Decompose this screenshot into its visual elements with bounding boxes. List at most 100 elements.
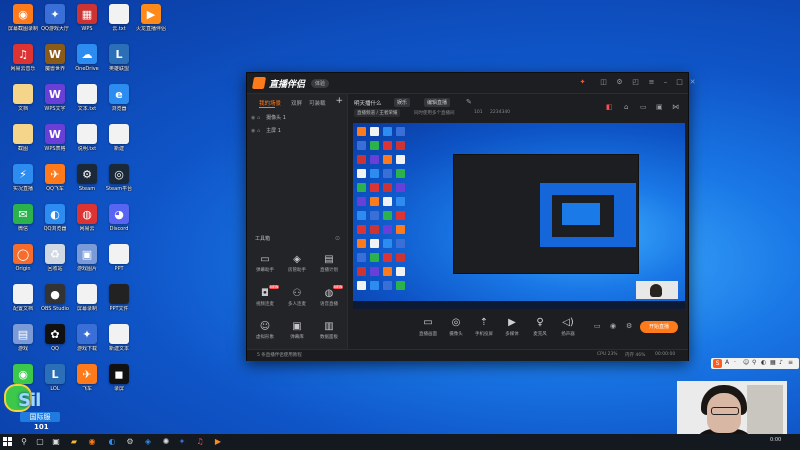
category-tag[interactable]: 娱乐 <box>394 98 411 107</box>
skin-icon[interactable]: ◰ <box>631 78 640 86</box>
video-record-icon[interactable]: ▭ <box>594 322 601 330</box>
close-icon[interactable]: ✕ <box>688 78 697 86</box>
desktop-icon[interactable]: W WPS文字 <box>38 84 72 112</box>
tool-danmaku[interactable]: ▭ 弹幕助手 <box>250 254 280 273</box>
eye-icon[interactable]: ◉ ⌂ <box>251 115 260 121</box>
record-icon[interactable]: ▭ <box>640 103 647 111</box>
desktop-icon[interactable]: 云.txt <box>102 4 136 32</box>
desktop-icon[interactable]: e 浏览器 <box>102 84 136 112</box>
source-phone-button[interactable]: ⇡ 手机投屏 <box>470 317 498 337</box>
start-button[interactable] <box>3 437 13 447</box>
desktop-icon[interactable]: 截图 <box>6 124 40 152</box>
channel-tag[interactable]: 直播频道 / 王者荣耀 <box>354 109 401 117</box>
desktop-icon[interactable]: 屏幕录制 <box>70 284 104 312</box>
desktop-icon[interactable]: W WPS表格 <box>38 124 72 152</box>
fox-avatar-icon[interactable]: ✦ <box>578 78 587 86</box>
message-icon[interactable]: ◫ <box>599 78 608 86</box>
desktop-icon[interactable]: ◯ Origin <box>6 244 40 272</box>
toolbox-more-icon[interactable]: ⊙ <box>335 235 340 242</box>
scene-row-screen[interactable]: ◉ ⌂ 主屏 1 <box>251 127 281 134</box>
orange-app-icon[interactable]: ◉ <box>86 436 98 448</box>
desktop-icon[interactable]: ● OBS Studio <box>38 284 72 312</box>
source-camera-button[interactable]: ◎ 摄像头 <box>442 317 470 337</box>
ime-item-icon[interactable]: ▦ <box>770 359 776 366</box>
tool-room-admin[interactable]: ◈ 房管助手 <box>282 254 312 273</box>
desktop-icon[interactable]: ◼ 录屏 <box>102 364 136 392</box>
desktop-icon[interactable]: ♫ 网易云音乐 <box>6 44 40 72</box>
ime-toolbar[interactable]: S A · ☺ ⚲ ◐ ▦ ♪ ≡ <box>711 358 799 369</box>
desktop-icon[interactable]: ▤ 游戏 <box>6 324 40 352</box>
tool-plan[interactable]: ▤ 直播计划 <box>314 254 344 273</box>
desktop-icon[interactable]: ◉ <box>6 364 40 386</box>
maximize-icon[interactable]: □ <box>675 78 684 86</box>
desktop-icon[interactable]: ✈ 飞车 <box>70 364 104 392</box>
browser-icon[interactable]: ◐ <box>106 436 118 448</box>
taskbar-app2-icon[interactable]: ✺ <box>160 436 172 448</box>
desktop-icon[interactable]: 文档 <box>6 84 40 112</box>
tool-danmaku-lib[interactable]: ▣ 弹幕库 <box>282 321 312 340</box>
clock-time[interactable]: 0:00 <box>770 437 781 443</box>
taskbar-app-icon[interactable]: ◈ <box>142 436 154 448</box>
desktop-icon[interactable]: ♻ 回收站 <box>38 244 72 272</box>
live-preview[interactable] <box>353 123 685 309</box>
desktop-icon[interactable]: ◐ QQ浏览器 <box>38 204 72 232</box>
desktop-icon[interactable]: W 魔兽世界 <box>38 44 72 72</box>
task-view-icon[interactable]: ▢ <box>34 436 46 448</box>
desktop-icon[interactable]: ▣ 游戏图片 <box>70 244 104 272</box>
desktop-icon[interactable]: 新建 <box>102 124 136 152</box>
desktop-icon[interactable]: 新建文本 <box>102 324 136 352</box>
desktop-icon[interactable]: PPT <box>102 244 136 272</box>
ime-item-icon[interactable]: A <box>725 359 729 366</box>
minimize-icon[interactable]: – <box>661 78 670 86</box>
ime-item-icon[interactable]: ☺ <box>743 359 749 366</box>
eye-icon[interactable]: ◉ ⌂ <box>251 128 260 134</box>
gift-box-icon[interactable]: ▣ <box>656 103 663 111</box>
file-explorer-icon[interactable]: ▣ <box>50 436 62 448</box>
share-icon[interactable]: ⋈ <box>672 103 679 111</box>
edit-icon[interactable]: ✎ <box>466 98 472 106</box>
sogou-ime-icon[interactable]: S <box>713 359 722 368</box>
folder-icon[interactable]: ▰ <box>68 436 80 448</box>
ime-item-icon[interactable]: ♪ <box>779 359 783 366</box>
tool-video-link[interactable]: ◘ NEW 视频连麦 <box>250 285 280 307</box>
preview-eye-icon[interactable]: ◉ <box>610 322 616 330</box>
desktop-icon[interactable]: ✦ 游戏下载 <box>70 324 104 352</box>
version-badge[interactable]: 体验 <box>311 79 330 88</box>
ime-item-icon[interactable]: ⚲ <box>752 359 756 366</box>
steam-icon[interactable]: ⚙ <box>124 436 136 448</box>
ime-item-icon[interactable]: ◐ <box>761 359 766 366</box>
tab-dual-screen[interactable]: 双屏 <box>291 99 302 107</box>
desktop-icon[interactable]: ✦ QQ游戏大厅 <box>38 4 72 32</box>
lock-icon[interactable]: ⌂ <box>624 103 628 111</box>
room-title[interactable]: 明天播什么 <box>354 99 382 107</box>
edit-live-button[interactable]: 编辑直播 <box>424 98 451 107</box>
desktop-icon[interactable]: ✈ QQ飞车 <box>38 164 72 192</box>
window-titlebar[interactable]: 直播伴侣 体验 ✦ ◫ ⚙ ◰ ≡ – □ ✕ <box>247 73 695 94</box>
settings-icon[interactable]: ⚙ <box>615 78 624 86</box>
ime-item-icon[interactable]: ≡ <box>788 359 793 366</box>
tool-multi-link[interactable]: ⚇ 多人连麦 <box>282 288 312 307</box>
go-live-button[interactable]: 开始直播 <box>640 321 678 333</box>
desktop-icon[interactable]: ◍ 网易云 <box>70 204 104 232</box>
desktop-icon[interactable]: 说明.txt <box>70 124 104 152</box>
tab-loadable[interactable]: 可装载 <box>309 99 326 107</box>
desktop-icon[interactable]: ✿ QQ <box>38 324 72 352</box>
source-screen-button[interactable]: ▭ 直播画面 <box>414 317 442 337</box>
tool-voice[interactable]: ◍ NEW 语音直播 <box>314 285 344 307</box>
tool-data[interactable]: ▥ 数据面板 <box>314 321 344 340</box>
desktop-icon[interactable]: ◎ Steam平台 <box>102 164 136 192</box>
desktop-icon[interactable]: ⚡ 实况直播 <box>6 164 40 192</box>
desktop-icon[interactable]: ☁ OneDrive <box>70 44 104 72</box>
live-app-taskbar-icon[interactable]: ▶ <box>212 436 224 448</box>
search-icon[interactable]: ⚲ <box>18 436 30 448</box>
notify-icon[interactable]: ◧ <box>606 103 613 111</box>
desktop-icon[interactable]: 文本.txt <box>70 84 104 112</box>
qq-game-icon[interactable]: ✦ <box>176 436 188 448</box>
desktop-icon[interactable]: ✉ 微信 <box>6 204 40 232</box>
netease-icon[interactable]: ♫ <box>194 436 206 448</box>
live-settings-icon[interactable]: ⚙ <box>626 322 632 330</box>
desktop-icon[interactable]: ▦ WPS <box>70 4 104 32</box>
microphone-button[interactable]: ♀ 麦克风 <box>526 317 554 337</box>
tutorial-link[interactable]: 5 条直播伴侣使用教程 <box>257 352 302 358</box>
desktop-icon[interactable]: ◕ Discord <box>102 204 136 232</box>
